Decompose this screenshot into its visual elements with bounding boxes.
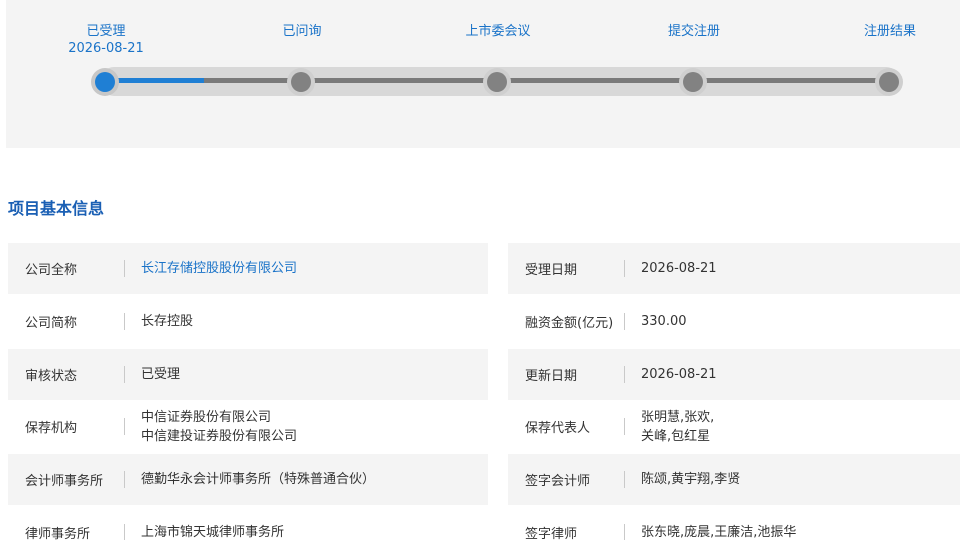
info-value: 中信建投证券股份有限公司 bbox=[141, 428, 298, 444]
info-row-signing-accountants: 签字会计师 陈颂,黄宇翔,李贤 bbox=[508, 454, 960, 505]
info-value-cell: 陈颂,黄宇翔,李贤 bbox=[641, 454, 740, 505]
info-value-cell: 上海市锦天城律师事务所 bbox=[141, 507, 284, 540]
info-value-cell: 长存控股 bbox=[141, 296, 193, 347]
step-label: 注册结果 bbox=[863, 24, 916, 39]
info-label: 融资金额(亿元) bbox=[525, 316, 614, 331]
step-node-registration-result[interactable] bbox=[875, 68, 903, 96]
step-dot bbox=[487, 72, 507, 92]
info-label: 保荐代表人 bbox=[525, 421, 591, 436]
divider bbox=[624, 418, 625, 435]
step-node-accepted[interactable] bbox=[91, 68, 119, 96]
info-value: 2026-08-21 bbox=[641, 367, 717, 382]
info-label: 会计师事务所 bbox=[25, 474, 104, 489]
info-value-cell: 张东晓,庞晨,王廉洁,池振华 bbox=[641, 507, 796, 540]
info-row-sponsor: 保荐机构 中信证券股份有限公司 中信建投证券股份有限公司 bbox=[8, 401, 488, 452]
divider bbox=[624, 260, 625, 277]
section-title: 项目基本信息 bbox=[8, 199, 105, 218]
info-value: 陈颂,黄宇翔,李贤 bbox=[641, 472, 741, 487]
info-value: 长存控股 bbox=[141, 314, 194, 329]
info-label: 签字律师 bbox=[525, 527, 578, 540]
info-label: 公司简称 bbox=[25, 316, 78, 331]
info-value: 德勤华永会计师事务所（特殊普通合伙） bbox=[141, 472, 376, 487]
divider bbox=[124, 313, 125, 330]
step-dot bbox=[291, 72, 311, 92]
step-node-submit-registration[interactable] bbox=[679, 68, 707, 96]
step-label: 提交注册 bbox=[667, 24, 720, 39]
step-dot bbox=[683, 72, 703, 92]
step-label: 已受理 bbox=[86, 24, 126, 39]
divider bbox=[624, 524, 625, 540]
step-label: 上市委会议 bbox=[465, 24, 531, 39]
info-row-law-firm: 律师事务所 上海市锦天城律师事务所 bbox=[8, 507, 488, 540]
step-node-inquired[interactable] bbox=[287, 68, 315, 96]
step-submit-registration[interactable]: 提交注册 bbox=[624, 23, 764, 40]
info-value-cell: 2026-08-21 bbox=[641, 243, 717, 294]
info-value: 张明慧,张欢, bbox=[641, 409, 715, 425]
info-row-sponsor-reps: 保荐代表人 张明慧,张欢, 关峰,包红星 bbox=[508, 401, 960, 452]
step-accepted[interactable]: 已受理 2026-08-21 bbox=[36, 23, 176, 57]
info-value-cell: 已受理 bbox=[141, 349, 180, 400]
divider bbox=[124, 418, 125, 435]
info-value: 张东晓,庞晨,王廉洁,池振华 bbox=[641, 525, 797, 540]
info-value-cell: 德勤华永会计师事务所（特殊普通合伙） bbox=[141, 454, 375, 505]
step-dot bbox=[95, 72, 115, 92]
info-value: 330.00 bbox=[641, 314, 687, 329]
step-listing-committee[interactable]: 上市委会议 bbox=[428, 23, 568, 40]
divider bbox=[124, 524, 125, 540]
info-value: 上海市锦天城律师事务所 bbox=[141, 525, 285, 540]
divider bbox=[124, 260, 125, 277]
divider bbox=[124, 471, 125, 488]
divider bbox=[624, 313, 625, 330]
info-row-financing-amount: 融资金额(亿元) 330.00 bbox=[508, 296, 960, 347]
info-label: 保荐机构 bbox=[25, 421, 78, 436]
info-row-company-fullname: 公司全称 长江存储控股股份有限公司 bbox=[8, 243, 488, 294]
info-label: 审核状态 bbox=[25, 369, 78, 384]
info-label: 公司全称 bbox=[25, 263, 78, 278]
step-date: 2026-08-21 bbox=[68, 41, 144, 56]
info-value: 已受理 bbox=[141, 367, 181, 382]
info-label: 律师事务所 bbox=[25, 527, 91, 540]
info-label: 受理日期 bbox=[525, 263, 578, 278]
progress-fill bbox=[104, 78, 204, 83]
info-value: 中信证券股份有限公司 bbox=[141, 409, 272, 425]
info-row-review-status: 审核状态 已受理 bbox=[8, 349, 488, 400]
info-label: 更新日期 bbox=[525, 369, 578, 384]
info-row-accounting-firm: 会计师事务所 德勤华永会计师事务所（特殊普通合伙） bbox=[8, 454, 488, 505]
divider bbox=[624, 471, 625, 488]
step-inquired[interactable]: 已问询 bbox=[232, 23, 372, 40]
info-value-cell: 张明慧,张欢, 关峰,包红星 bbox=[641, 401, 714, 452]
info-value-cell: 330.00 bbox=[641, 296, 687, 347]
divider bbox=[124, 366, 125, 383]
info-value-cell: 中信证券股份有限公司 中信建投证券股份有限公司 bbox=[141, 401, 297, 452]
info-row-accept-date: 受理日期 2026-08-21 bbox=[508, 243, 960, 294]
step-node-listing-committee[interactable] bbox=[483, 68, 511, 96]
info-value: 关峰,包红星 bbox=[641, 428, 711, 444]
step-dot bbox=[879, 72, 899, 92]
info-row-company-shortname: 公司简称 长存控股 bbox=[8, 296, 488, 347]
info-label: 签字会计师 bbox=[525, 474, 591, 489]
info-row-signing-lawyers: 签字律师 张东晓,庞晨,王廉洁,池振华 bbox=[508, 507, 960, 540]
divider bbox=[624, 366, 625, 383]
step-registration-result[interactable]: 注册结果 bbox=[820, 23, 960, 40]
info-value-cell: 2026-08-21 bbox=[641, 349, 717, 400]
company-fullname-link[interactable]: 长江存储控股股份有限公司 bbox=[141, 243, 297, 294]
info-value[interactable]: 长江存储控股股份有限公司 bbox=[141, 259, 297, 278]
step-label: 已问询 bbox=[282, 24, 322, 39]
info-value: 2026-08-21 bbox=[641, 261, 717, 276]
info-row-update-date: 更新日期 2026-08-21 bbox=[508, 349, 960, 400]
